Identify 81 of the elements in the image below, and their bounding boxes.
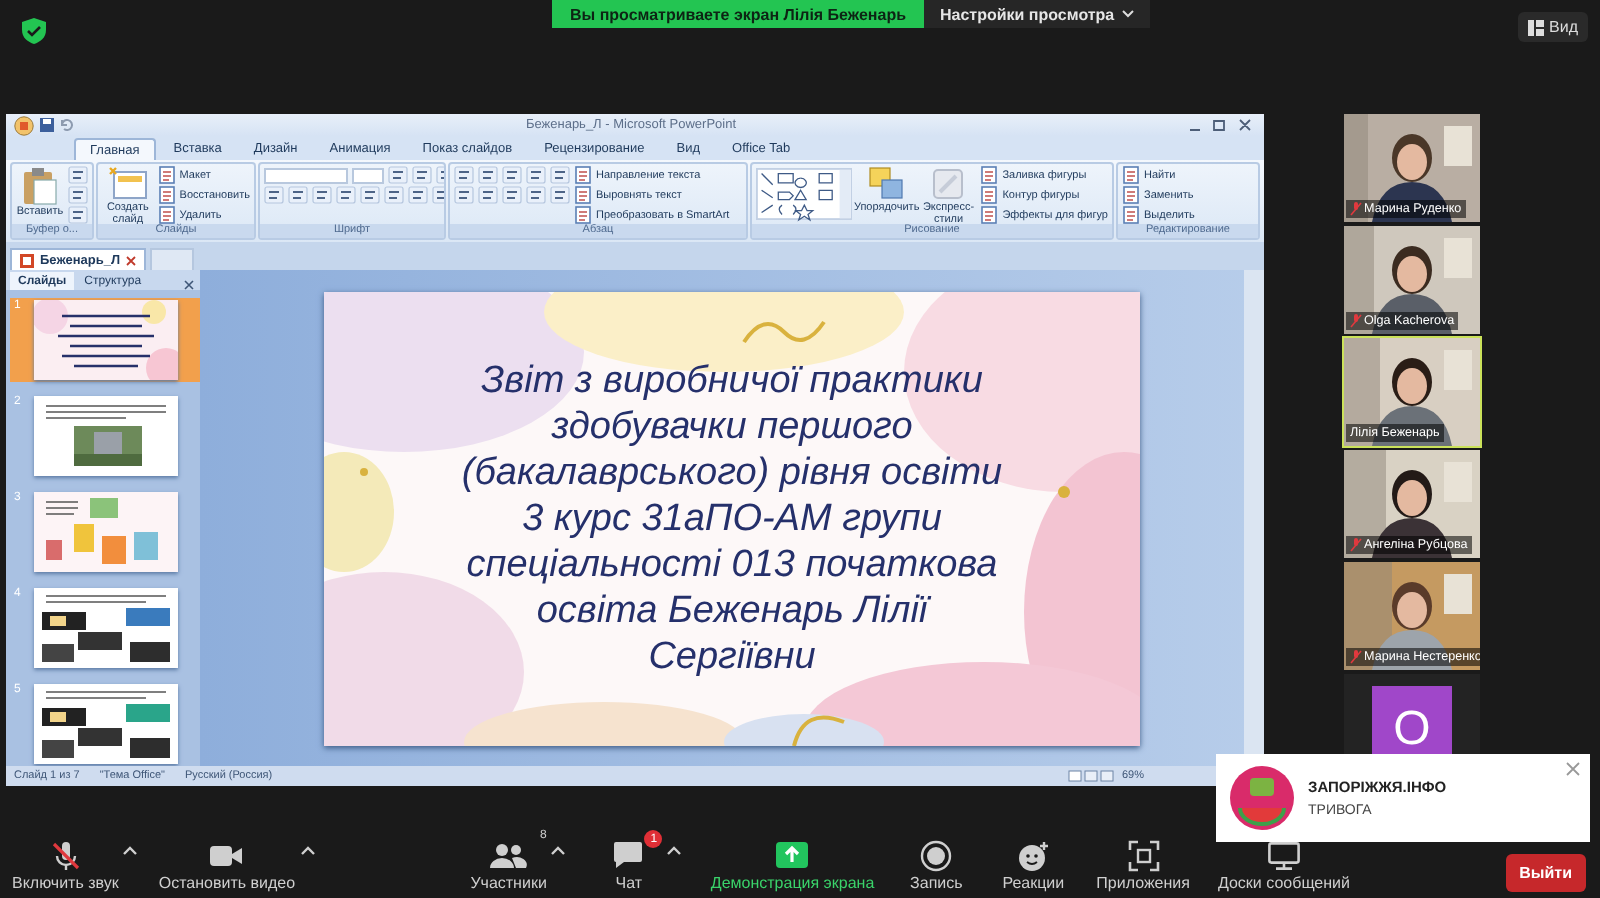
format-icon[interactable] [550, 166, 570, 184]
logo-icon [1228, 764, 1296, 832]
format-icon[interactable] [68, 206, 88, 224]
format-icon[interactable] [454, 166, 474, 184]
slide-file-icon [20, 253, 34, 267]
format-icon[interactable] [68, 166, 88, 184]
format-icon[interactable] [408, 186, 428, 204]
format-icon[interactable] [336, 186, 356, 204]
caret-icon[interactable] [666, 844, 683, 856]
format-icon[interactable] [502, 186, 522, 204]
close-icon[interactable] [126, 255, 137, 265]
format-icon[interactable] [454, 186, 474, 204]
format-icon[interactable] [478, 186, 498, 204]
record-icon [920, 839, 953, 871]
leave-button[interactable]: Выйти [1505, 854, 1587, 892]
document-icon [157, 166, 176, 184]
document-icon [157, 206, 176, 224]
font-size-field[interactable] [352, 167, 384, 183]
grid-icon [1527, 19, 1544, 35]
sharing-banner: Вы просматриваете экран Лілія Беженарь [552, 0, 924, 28]
format-icon[interactable] [288, 186, 308, 204]
slide-thumbnail[interactable] [34, 684, 178, 764]
document-icon [980, 166, 999, 184]
office-button-icon[interactable] [14, 115, 34, 135]
clipboard-icon [22, 166, 58, 206]
close-icon[interactable] [184, 280, 194, 290]
window-controls-icon[interactable] [1188, 118, 1256, 132]
slide-thumbnail[interactable] [34, 588, 178, 668]
document-icon [574, 186, 592, 204]
document-icon [157, 186, 176, 204]
whiteboard-icon [1267, 841, 1300, 869]
slide-thumbnail[interactable] [34, 396, 178, 476]
caret-icon[interactable] [550, 844, 567, 856]
format-icon[interactable] [526, 166, 546, 184]
format-icon[interactable] [478, 166, 498, 184]
caret-icon[interactable] [122, 844, 139, 856]
share-screen-icon [774, 840, 811, 870]
slide-thumbnail[interactable] [34, 300, 178, 380]
people-icon [488, 841, 529, 869]
slide-title: Звіт з виробничої практики здобувачки першого (бакалаврського) рівня освіти 3 курс 31аПО-АМ групи спеціальності 013 початкова освіта Беженарь Лілії Сергіївни [461, 357, 1003, 679]
format-icon[interactable] [264, 186, 284, 204]
toolbar-button[interactable]: Остановить видео [158, 830, 296, 892]
toolbar-button[interactable]: Запись [902, 830, 971, 892]
smiley-icon [1016, 839, 1051, 871]
format-icon[interactable] [526, 186, 546, 204]
toolbar-button[interactable]: Приложения [1096, 830, 1190, 892]
new-slide-icon [107, 166, 148, 202]
chevron-icon [1122, 10, 1135, 18]
view-button[interactable]: Вид [1517, 12, 1588, 42]
toolbar-button[interactable]: Демонстрация экрана [710, 830, 875, 892]
toolbar-button[interactable]: Реакции [998, 830, 1069, 892]
format-icon[interactable] [502, 166, 522, 184]
save-icon[interactable] [40, 118, 54, 132]
toolbar-button[interactable]: Включить звук [12, 830, 119, 892]
document-icon [574, 166, 592, 184]
slide-thumbnail[interactable] [34, 492, 178, 572]
caret-icon[interactable] [299, 844, 316, 856]
format-icon[interactable] [550, 186, 570, 204]
format-icon[interactable] [68, 186, 88, 204]
chat-icon [612, 840, 645, 870]
document-icon [1122, 186, 1140, 204]
view-options-button[interactable]: Настройки просмотра [924, 0, 1151, 28]
font-name-field[interactable] [264, 167, 348, 183]
format-icon[interactable] [412, 166, 432, 184]
format-icon[interactable] [312, 186, 332, 204]
styles-icon [930, 166, 967, 202]
arrange-icon [866, 166, 907, 202]
format-icon[interactable] [388, 166, 408, 184]
camera-icon [208, 841, 245, 869]
document-icon [980, 206, 999, 224]
format-icon[interactable] [360, 186, 380, 204]
apps-icon [1127, 839, 1160, 871]
format-icon[interactable] [384, 186, 404, 204]
shapes-gallery[interactable] [756, 166, 853, 222]
document-icon [574, 206, 592, 224]
toolbar-button[interactable]: Доски сообщений [1217, 830, 1350, 892]
shield-icon[interactable] [22, 18, 46, 44]
document-icon [1122, 206, 1140, 224]
close-icon[interactable] [1566, 762, 1580, 776]
document-icon [980, 186, 999, 204]
document-icon [1122, 166, 1140, 184]
